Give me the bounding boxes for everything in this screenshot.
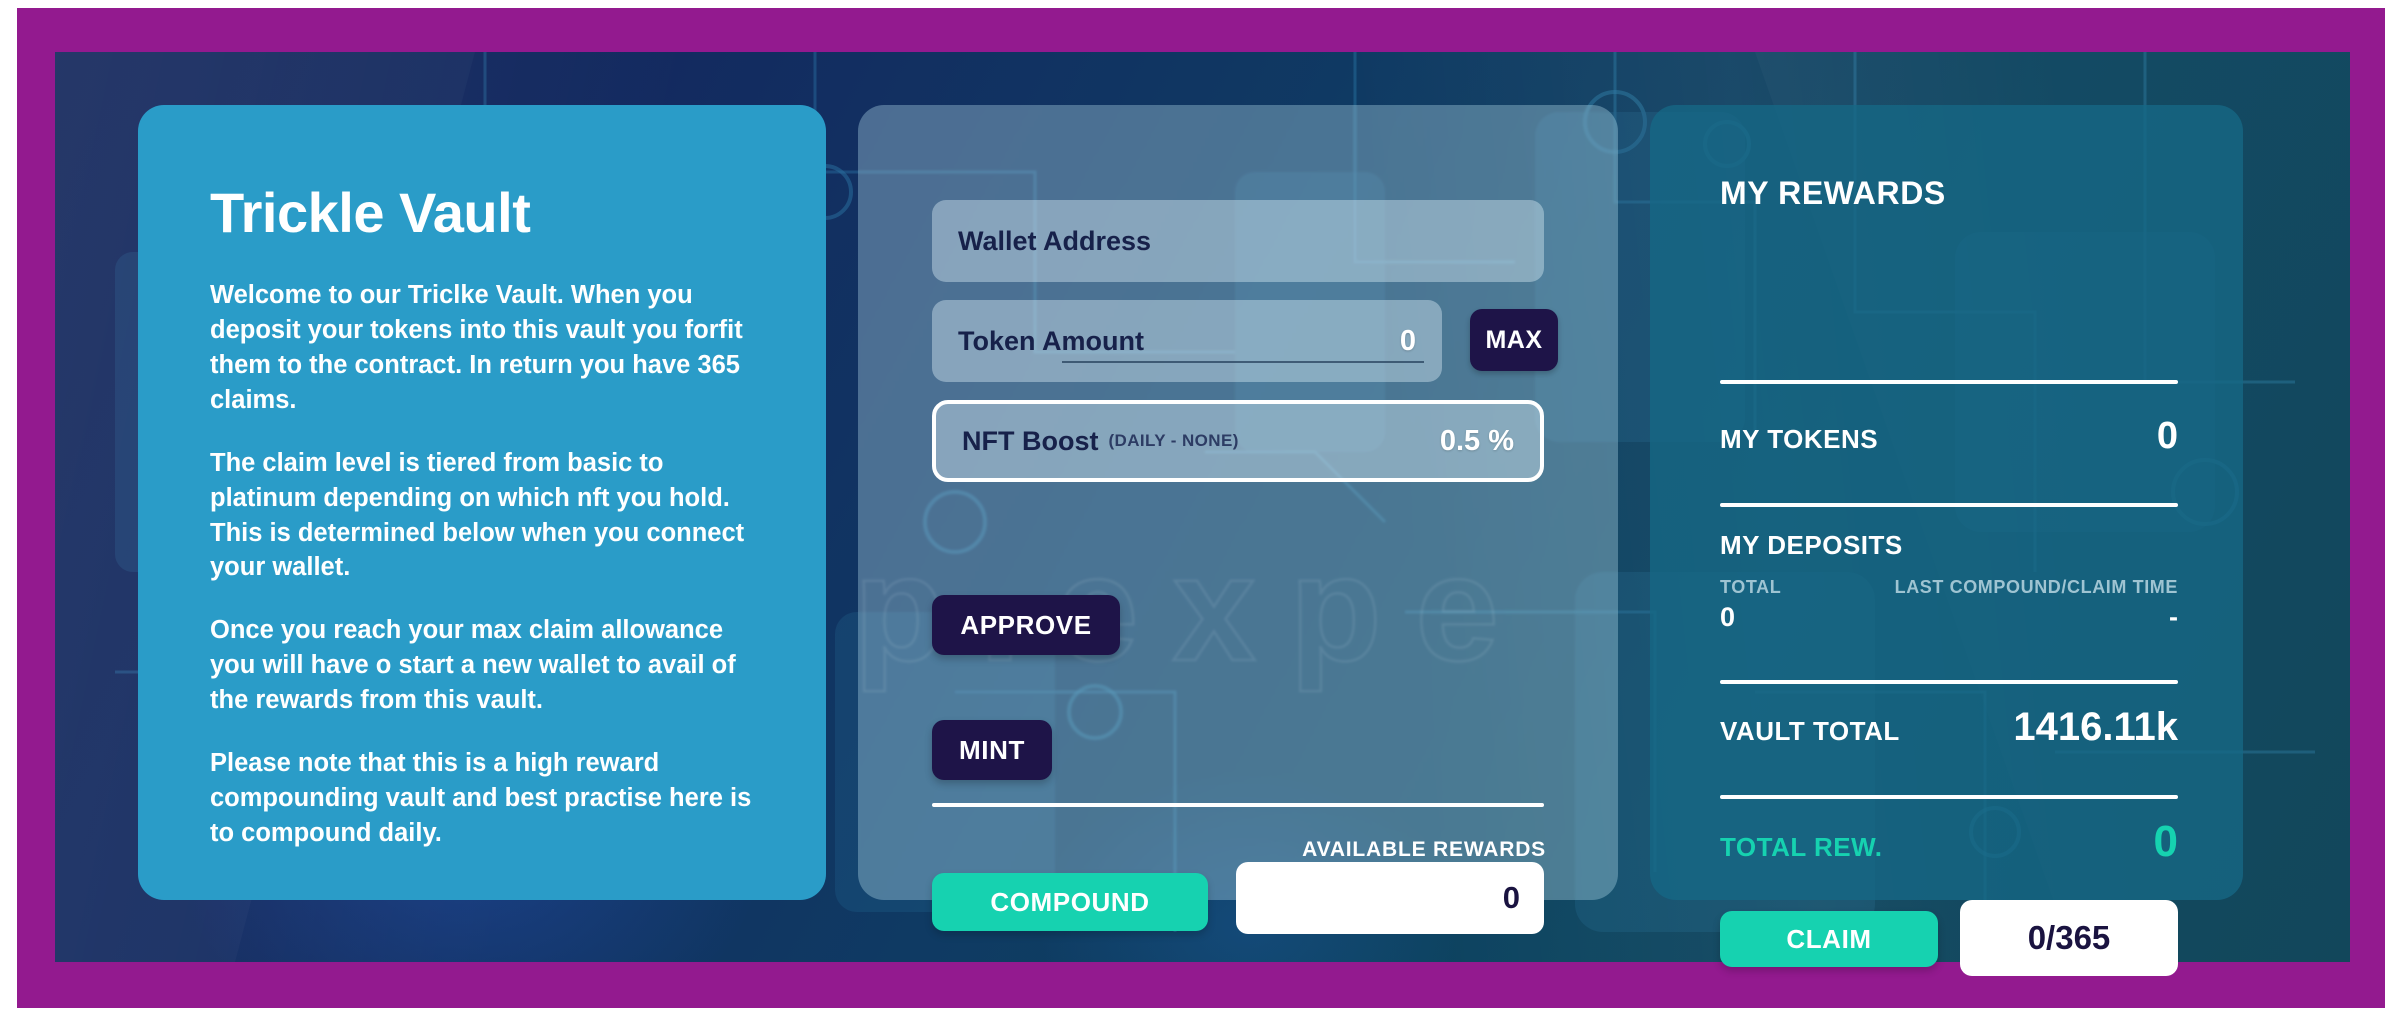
available-rewards-label: AVAILABLE REWARDS (1302, 838, 1546, 861)
rewards-divider-1 (1720, 380, 2178, 384)
token-amount-label: Token Amount (958, 325, 1144, 356)
deposits-last-time-label: LAST COMPOUND/CLAIM TIME (1894, 577, 2178, 597)
vault-total-value: 1416.11k (2013, 705, 2178, 749)
nft-boost-sublabel: (DAILY - NONE) (1108, 431, 1239, 450)
vault-total-row: VAULT TOTAL 1416.11k (1720, 705, 2178, 750)
vault-total-label: VAULT TOTAL (1720, 716, 1900, 746)
rewards-divider-3 (1720, 680, 2178, 684)
wallet-address-placeholder: Wallet Address (958, 225, 1152, 256)
approve-button[interactable]: APPROVE (932, 595, 1120, 655)
my-deposits-values: 0 - (1720, 602, 2178, 633)
total-reward-value: 0 (2153, 817, 2178, 866)
token-amount-underline (1062, 361, 1424, 363)
my-tokens-value: 0 (2156, 415, 2178, 457)
vault-app-window: dapp.expe Trickle Vault Welcome to our T… (0, 0, 2400, 1016)
info-panel: Trickle Vault Welcome to our Triclke Vau… (138, 105, 826, 900)
total-reward-label: TOTAL REW. (1720, 832, 1883, 862)
rewards-divider-4 (1720, 795, 2178, 799)
page-title: Trickle Vault (210, 181, 531, 244)
deposits-last-time-value: - (2169, 602, 2178, 632)
description-paragraph-1: Welcome to our Triclke Vault. When you d… (210, 281, 743, 414)
my-deposits-label: MY DEPOSITS (1720, 530, 1903, 560)
wallet-address-input[interactable]: Wallet Address (932, 200, 1544, 282)
deposits-total-label: TOTAL (1720, 577, 1782, 597)
rewards-divider-2 (1720, 503, 2178, 507)
nft-boost-value: 0.5 % (1439, 424, 1514, 457)
middle-panel-divider (932, 803, 1544, 807)
my-tokens-label: MY TOKENS (1720, 424, 1879, 454)
compound-button[interactable]: COMPOUND (932, 873, 1208, 931)
vault-description: Welcome to our Triclke Vault. When you d… (210, 278, 755, 851)
nft-boost-label: NFT Boost (962, 425, 1099, 456)
total-reward-row: TOTAL REW. 0 (1720, 817, 2178, 867)
description-paragraph-4: Please note that this is a high reward c… (210, 749, 752, 847)
vault-action-panel: Wallet Address Token Amount 0 MAX NFT Bo… (858, 105, 1618, 934)
description-paragraph-3: Once you reach your max claim allowance … (210, 616, 736, 715)
claim-count-display: 0/365 (1960, 900, 2178, 976)
my-deposits-sublabels: TOTAL LAST COMPOUND/CLAIM TIME (1720, 577, 2178, 598)
nft-boost-row: NFT Boost (DAILY - NONE) 0.5 % (932, 400, 1544, 482)
my-tokens-row: MY TOKENS 0 (1720, 415, 2178, 458)
my-rewards-panel: MY REWARDS MY TOKENS 0 MY DEPOSITS TOTAL… (1650, 105, 2243, 976)
token-amount-value: 0 (1399, 324, 1416, 357)
claim-button[interactable]: CLAIM (1720, 911, 1938, 967)
token-amount-input[interactable]: Token Amount 0 (932, 300, 1442, 382)
max-button[interactable]: MAX (1470, 309, 1558, 371)
deposits-total-value: 0 (1720, 602, 1736, 632)
description-paragraph-2: The claim level is tiered from basic to … (210, 448, 745, 582)
mint-button[interactable]: MINT (932, 720, 1052, 780)
available-rewards-value: 0 (1236, 862, 1544, 934)
my-rewards-title: MY REWARDS (1720, 175, 1946, 211)
